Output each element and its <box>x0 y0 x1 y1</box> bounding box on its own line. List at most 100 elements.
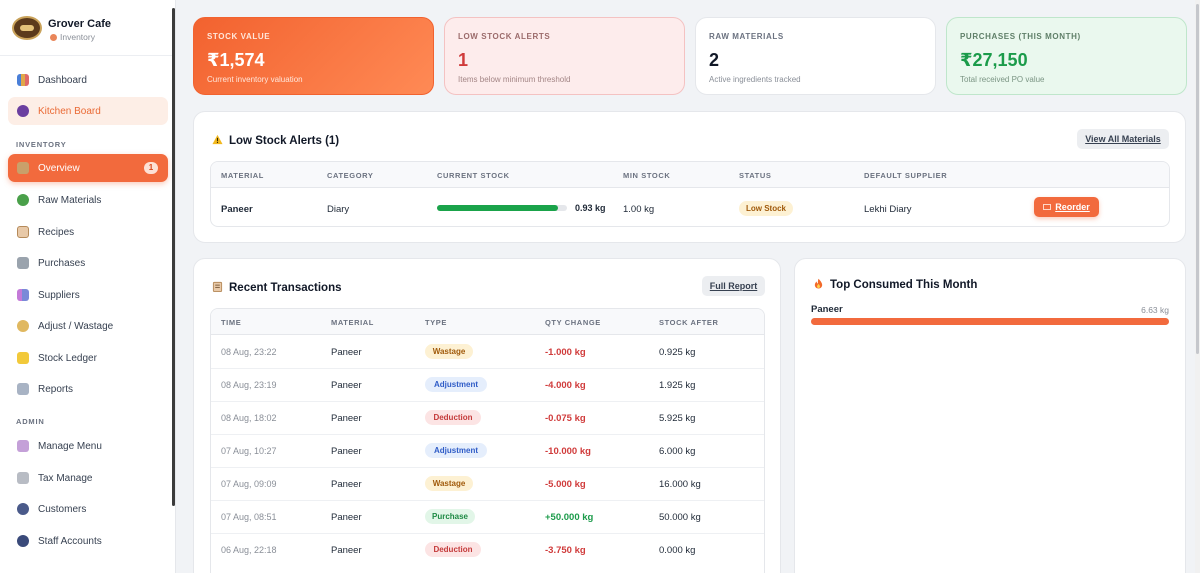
header-category: CATEGORY <box>327 171 374 180</box>
stat-value: ₹27,150 <box>960 50 1028 70</box>
magnifier-icon <box>17 105 29 117</box>
cell-qty-change: -1.000 kg <box>545 347 586 358</box>
table-header: TIME MATERIAL TYPE QTY CHANGE STOCK AFTE… <box>211 309 764 335</box>
nav-purchases[interactable]: Purchases <box>8 249 168 277</box>
cell-stock-after: 1.925 kg <box>659 380 696 391</box>
receipt-icon <box>17 472 29 484</box>
cell-min-stock: 1.00 kg <box>623 204 655 215</box>
top-consumed-title: Top Consumed This Month <box>813 278 977 291</box>
scale-icon <box>17 320 29 332</box>
stat-value: 1 <box>458 50 469 70</box>
user-icon <box>17 535 29 547</box>
consumed-bar-fill <box>811 318 1169 325</box>
type-badge: Adjustment <box>425 443 487 458</box>
reorder-label: Reorder <box>1055 202 1090 212</box>
stat-card-stock-value: STOCK VALUE ₹1,574 Current inventory val… <box>193 17 434 95</box>
menu-book-icon <box>17 440 29 452</box>
stat-title: PURCHASES (THIS MONTH) <box>960 32 1081 41</box>
nav-overview[interactable]: Overview 1 <box>8 154 168 182</box>
cell-qty-change: -0.075 kg <box>545 413 586 424</box>
cell-time: 07 Aug, 08:51 <box>221 512 277 522</box>
view-all-materials-button[interactable]: View All Materials <box>1077 129 1169 149</box>
cell-stock-after: 5.925 kg <box>659 413 696 424</box>
nav-dashboard-label: Dashboard <box>38 75 87 86</box>
cell-qty-change: -5.000 kg <box>545 479 586 490</box>
brand-subtitle: Inventory <box>50 32 95 42</box>
cell-stock-after: 0.000 kg <box>659 545 696 556</box>
cart-small-icon <box>1043 204 1052 210</box>
stock-level-bar <box>437 205 567 211</box>
low-stock-panel: Low Stock Alerts (1) View All Materials … <box>193 111 1186 243</box>
consumed-bar <box>811 318 1169 325</box>
cell-material: Paneer <box>331 446 362 457</box>
type-badge: Deduction <box>425 410 481 425</box>
type-badge: Purchase <box>425 509 475 524</box>
type-badge: Wastage <box>425 476 473 491</box>
header-type: TYPE <box>425 318 447 327</box>
clipboard-icon <box>212 281 223 292</box>
cell-material: Paneer <box>331 512 362 523</box>
cell-time: 06 Aug, 22:18 <box>221 545 277 555</box>
nav-adjust-wastage-label: Adjust / Wastage <box>38 321 114 332</box>
stock-level-fill <box>437 205 558 211</box>
low-stock-title: Low Stock Alerts (1) <box>212 134 339 147</box>
nav-kitchen-board[interactable]: Kitchen Board <box>8 97 168 125</box>
brand-subtitle-text: Inventory <box>60 32 95 42</box>
nav-dashboard[interactable]: Dashboard <box>8 66 168 94</box>
stat-card-purchases: PURCHASES (THIS MONTH) ₹27,150 Total rec… <box>946 17 1187 95</box>
top-consumed-panel: Top Consumed This Month Paneer 6.63 kg <box>794 258 1186 573</box>
nav-tax-manage[interactable]: Tax Manage <box>8 464 168 492</box>
low-stock-table: MATERIAL CATEGORY CURRENT STOCK MIN STOC… <box>210 161 1170 227</box>
header-qty-change: QTY CHANGE <box>545 318 601 327</box>
row-divider <box>211 467 764 468</box>
row-divider <box>211 368 764 369</box>
nav-raw-materials[interactable]: Raw Materials <box>8 186 168 214</box>
stat-subtitle: Total received PO value <box>960 75 1045 84</box>
status-badge: Low Stock <box>739 201 793 216</box>
clipboard-icon <box>17 226 29 238</box>
stat-card-low-stock: LOW STOCK ALERTS 1 Items below minimum t… <box>444 17 685 95</box>
nav-purchases-label: Purchases <box>38 258 86 269</box>
reorder-button[interactable]: Reorder <box>1034 197 1099 217</box>
nav-stock-ledger[interactable]: Stock Ledger <box>8 344 168 372</box>
nav-raw-materials-label: Raw Materials <box>38 195 102 206</box>
sidebar-scrollbar[interactable] <box>172 8 175 506</box>
stat-title: LOW STOCK ALERTS <box>458 32 551 41</box>
cart-icon <box>17 257 29 269</box>
box-icon <box>17 162 29 174</box>
cell-current-stock: 0.93 kg <box>575 203 606 213</box>
nav-staff-accounts[interactable]: Staff Accounts <box>8 527 168 555</box>
header-status: STATUS <box>739 171 772 180</box>
cell-material: Paneer <box>221 204 253 215</box>
nav-suppliers[interactable]: Suppliers <box>8 281 168 309</box>
header-material: MATERIAL <box>221 171 264 180</box>
transactions-table: TIME MATERIAL TYPE QTY CHANGE STOCK AFTE… <box>210 308 765 573</box>
nav-customers[interactable]: Customers <box>8 495 168 523</box>
stat-value: ₹1,574 <box>207 50 265 70</box>
nav-reports[interactable]: Reports <box>8 375 168 403</box>
type-badge: Wastage <box>425 344 473 359</box>
transactions-title-text: Recent Transactions <box>229 282 342 294</box>
inventory-dot-icon <box>50 34 57 41</box>
type-badge: Deduction <box>425 542 481 557</box>
table-header: MATERIAL CATEGORY CURRENT STOCK MIN STOC… <box>211 162 1169 188</box>
leaf-icon <box>17 194 29 206</box>
nav-customers-label: Customers <box>38 504 87 515</box>
row-divider <box>211 500 764 501</box>
bar-chart-icon <box>17 74 29 86</box>
cell-time: 07 Aug, 09:09 <box>221 479 277 489</box>
ledger-icon <box>17 352 29 364</box>
fire-icon <box>814 278 823 289</box>
overview-count-badge: 1 <box>144 162 158 174</box>
warning-icon <box>212 134 223 145</box>
nav-stock-ledger-label: Stock Ledger <box>38 353 97 364</box>
cell-stock-after: 0.925 kg <box>659 347 696 358</box>
nav-manage-menu[interactable]: Manage Menu <box>8 432 168 460</box>
stat-subtitle: Items below minimum threshold <box>458 75 571 84</box>
row-divider <box>211 533 764 534</box>
page-scrollbar-thumb[interactable] <box>1196 4 1199 354</box>
stat-subtitle: Current inventory valuation <box>207 75 303 84</box>
nav-adjust-wastage[interactable]: Adjust / Wastage <box>8 312 168 340</box>
nav-recipes[interactable]: Recipes <box>8 218 168 246</box>
full-report-button[interactable]: Full Report <box>702 276 765 296</box>
